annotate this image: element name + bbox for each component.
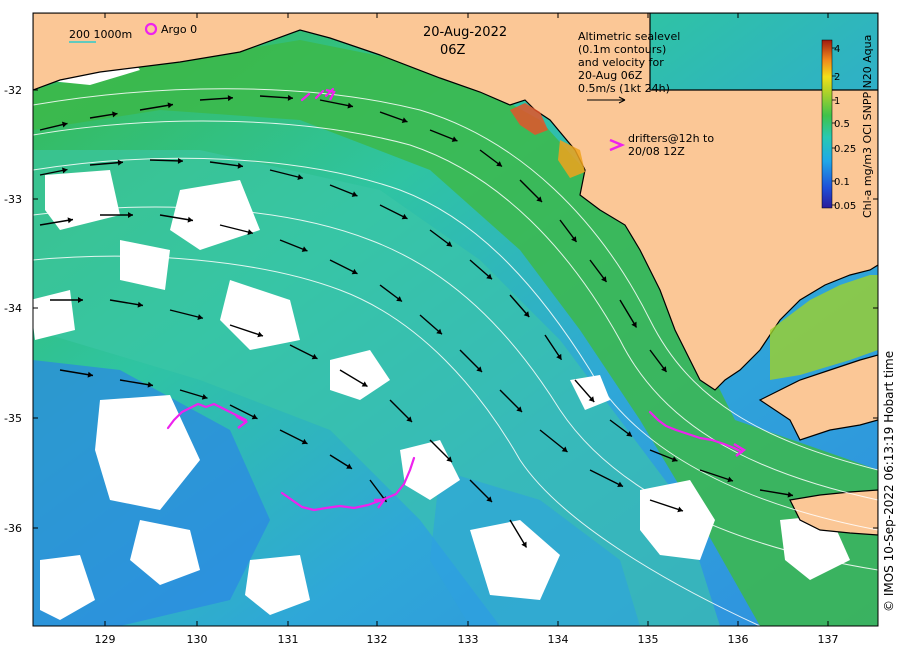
lon-tick-label: 131: [278, 633, 299, 646]
colorbar-tick-label: 4: [834, 44, 840, 55]
map-figure: -32 -33 -34 -35 -36 129 130 131 132 133 134 135 136…: [4, 12, 896, 646]
velocity-legend-line: and velocity for: [578, 56, 664, 69]
colorbar-title: Chl-a mg/m3 OCI SNPP N20 Aqua: [861, 35, 874, 218]
colorbar: [821, 39, 833, 209]
lon-tick-label: 130: [187, 633, 208, 646]
lon-tick-label: 136: [728, 633, 749, 646]
argo-label: Argo 0: [161, 23, 197, 36]
colorbar-tick-label: 0.5: [834, 119, 850, 130]
lat-tick-label: -32: [4, 84, 22, 97]
map-date: 20-Aug-2022: [423, 25, 507, 40]
lon-tick-label: 135: [638, 633, 659, 646]
drifter-legend-line: 20/08 12Z: [628, 145, 685, 158]
credit-text: © IMOS 10-Sep-2022 06:13:19 Hobart time: [882, 351, 896, 612]
velocity-legend-line: 20-Aug 06Z: [578, 69, 643, 82]
lat-tick-label: -34: [4, 302, 22, 315]
depth-scale-label: 200 1000m: [69, 28, 132, 41]
lon-tick-label: 137: [818, 633, 839, 646]
colorbar-tick-label: 1: [834, 96, 840, 107]
lon-tick-label: 129: [95, 633, 116, 646]
colorbar-tick-label: 0.25: [834, 144, 856, 155]
drifter-legend-line: drifters@12h to: [628, 132, 714, 145]
lat-tick-label: -35: [4, 412, 22, 425]
velocity-legend-line: 0.5m/s (1kt 24h): [578, 82, 670, 95]
colorbar-tick-label: 0.05: [834, 201, 856, 212]
lat-tick-label: -33: [4, 193, 22, 206]
colorbar-tick-label: 0.1: [834, 177, 850, 188]
lon-tick-label: 132: [367, 633, 388, 646]
lat-tick-label: -36: [4, 522, 22, 535]
colorbar-tick-label: 2: [834, 72, 840, 83]
lon-tick-label: 134: [548, 633, 569, 646]
map-time: 06Z: [440, 43, 466, 58]
velocity-legend-line: (0.1m contours): [578, 43, 666, 56]
lon-tick-label: 133: [458, 633, 479, 646]
velocity-legend-line: Altimetric sealevel: [578, 30, 680, 43]
